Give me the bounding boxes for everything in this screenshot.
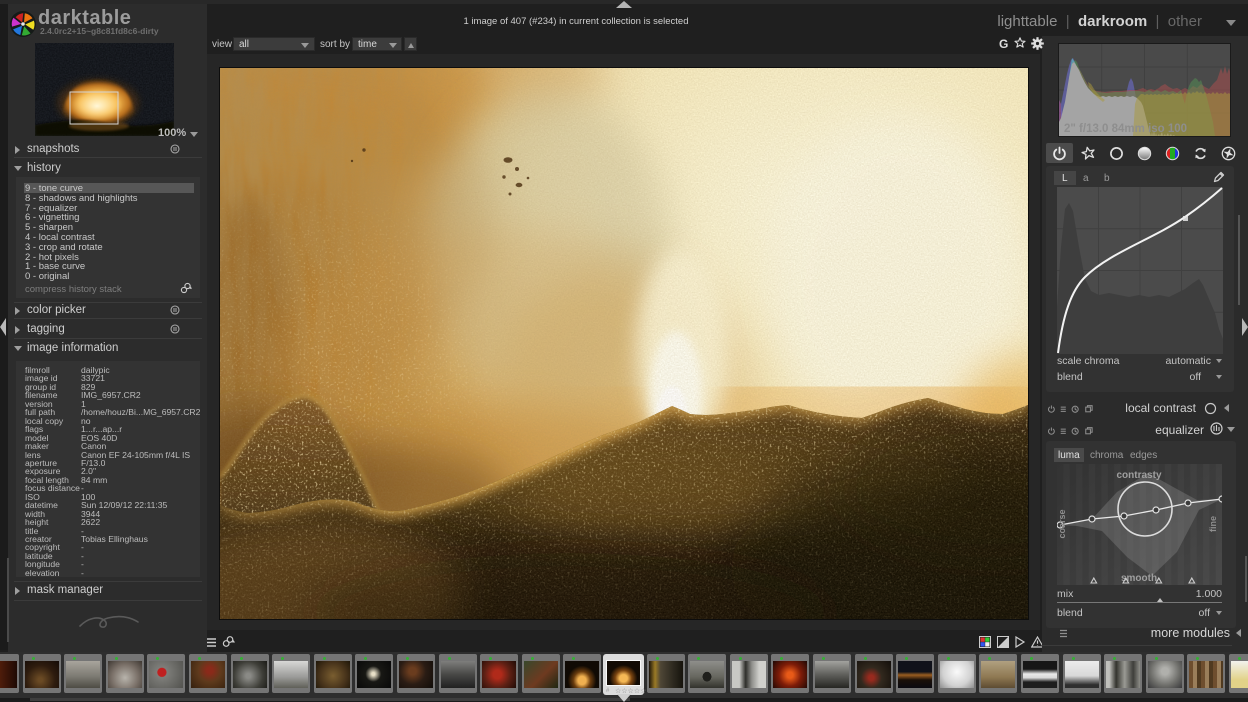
svg-text:fine: fine — [1208, 516, 1218, 532]
svg-text:contrasty: contrasty — [1116, 470, 1161, 481]
svg-text:2ʺ f/13.0 84mm iso 100: 2ʺ f/13.0 84mm iso 100 — [1064, 123, 1187, 135]
svg-text:coarse: coarse — [1057, 509, 1067, 538]
